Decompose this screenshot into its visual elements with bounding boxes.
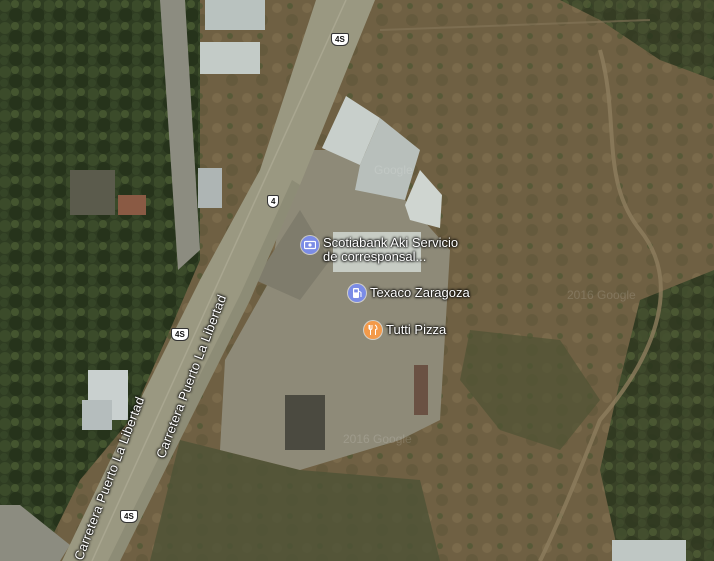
poi-tutti-pizza[interactable]: Tutti Pizza [364, 321, 446, 339]
poi-tutti-pizza-name: Tutti Pizza [386, 322, 447, 337]
map-watermark: 2016 Google [343, 432, 412, 446]
poi-scotiabank-name: Scotiabank Aki Servicio [323, 235, 459, 250]
poi-scotiabank[interactable]: Scotiabank Aki Servicio de corresponsal.… [301, 236, 458, 264]
restaurant-icon [364, 321, 382, 339]
map-watermark: 2016 Google [567, 288, 636, 302]
highway-shield-4s-middle: 4S [171, 328, 189, 341]
map-watermark: Google [374, 163, 413, 177]
satellite-map[interactable]: 4S 4 4S 4S Carretera Puerto La Libertad … [0, 0, 714, 561]
highway-shield-4s-top: 4S [331, 33, 349, 46]
poi-scotiabank-name-line2: de corresponsal... [323, 249, 427, 264]
poi-texaco-name: Texaco Zaragoza [370, 285, 470, 300]
highway-shield-4s-bottom: 4S [120, 510, 138, 523]
poi-texaco-zaragoza[interactable]: Texaco Zaragoza [348, 284, 470, 302]
bank-icon [301, 236, 319, 254]
gas-station-icon [348, 284, 366, 302]
